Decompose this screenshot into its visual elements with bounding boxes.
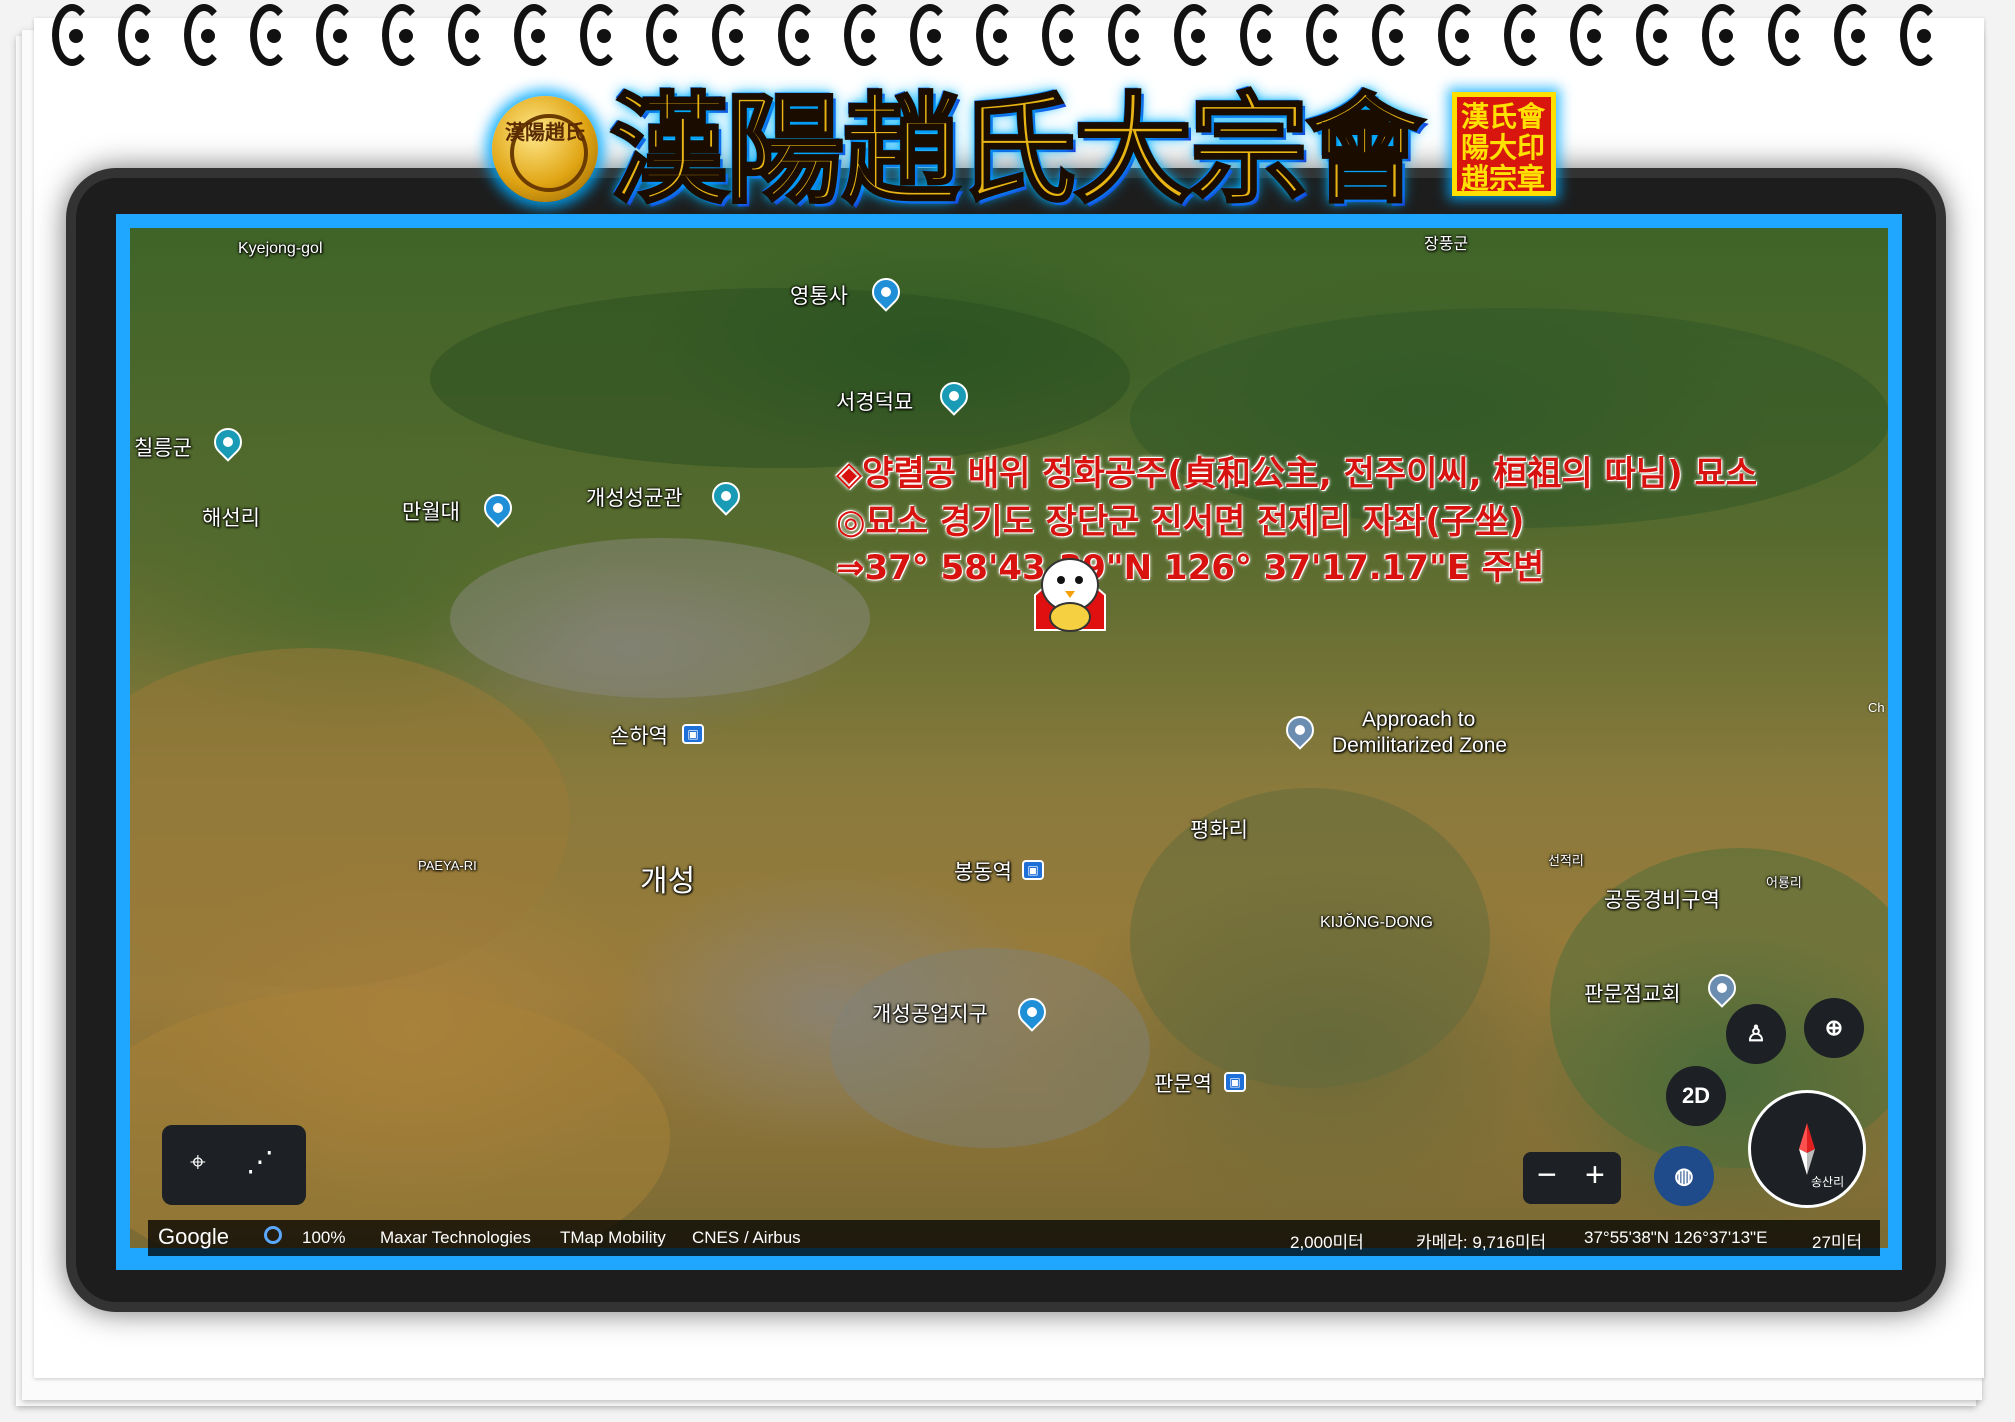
place-manwoldae[interactable]: 만월대 (402, 496, 460, 526)
place-bongdong-station[interactable]: 봉동역 (954, 856, 1012, 886)
place-jsa[interactable]: 공동경비구역 (1604, 884, 1720, 914)
place-kyejong-gol[interactable]: Kyejong-gol (238, 240, 323, 258)
place-gaeseong[interactable]: 개성 (640, 856, 695, 900)
compass-needle-icon (1799, 1123, 1815, 1175)
zoom-control: − + (1523, 1152, 1621, 1204)
tablet-frame (76, 178, 1936, 1302)
zoom-out-button[interactable]: − (1537, 1156, 1557, 1195)
satellite-map[interactable] (130, 228, 1888, 1248)
camera-altitude: 카메라: 9,716미터 (1416, 1233, 1547, 1252)
map-footer: Google 100% Maxar Technologies TMap Mobi… (148, 1220, 1880, 1256)
place-eoryongri[interactable]: 어룡리 (1766, 872, 1802, 891)
grave-coordinates: ⇒37° 58'43.39"N 126° 37'17.17"E 주변 (836, 548, 1545, 588)
place-panmunjeom-church[interactable]: 판문점교회 (1584, 978, 1681, 1008)
globe-icon: ◍ (1674, 1163, 1694, 1188)
place-haeseonri[interactable]: 해선리 (202, 502, 260, 532)
measure-toolbar: ⌖ ⋰ (162, 1125, 306, 1205)
place-chilleung[interactable]: 칠릉군 (134, 432, 192, 462)
my-location-button[interactable]: ⊕ (1804, 998, 1864, 1058)
toggle-2d-button[interactable]: 2D (1666, 1066, 1726, 1126)
measure-path-icon[interactable]: ⋰ (246, 1145, 274, 1178)
grave-title: ◈양렬공 배위 정화공주(貞和公主, 전주이씨, 桓祖의 따님) 묘소 (836, 454, 1758, 494)
grave-location: ◎묘소 경기도 장단군 진서면 전제리 자좌(子坐) (836, 502, 1525, 542)
place-dmz-approach-line1[interactable]: Approach to (1362, 708, 1475, 732)
place-sonha-station[interactable]: 손하역 (610, 720, 668, 750)
zoom-in-button[interactable]: + (1585, 1156, 1605, 1195)
pegman-icon: ♙ (1746, 1021, 1766, 1046)
place-jangpung[interactable]: 장풍군 (1424, 230, 1468, 254)
place-seonggyungwan[interactable]: 개성성균관 (586, 482, 683, 512)
zoom-percent: 100% (302, 1228, 346, 1247)
place-cut-off: Ch (1868, 700, 1885, 715)
compass-button[interactable]: 송산리 (1748, 1090, 1866, 1208)
place-kijong-dong[interactable]: KIJŎNG-DONG (1320, 914, 1433, 932)
clan-title: 漢陽趙氏大宗會 (608, 79, 1425, 221)
credit-maxar[interactable]: Maxar Technologies (380, 1228, 531, 1248)
place-dmz-approach-line2[interactable]: Demilitarized Zone (1332, 734, 1507, 758)
credit-cnes[interactable]: CNES / Airbus (692, 1228, 801, 1248)
title-banner: 漢陽趙氏 漢陽趙氏大宗會 漢氏會陽大印趙宗章 (492, 78, 1562, 221)
place-panmun-station[interactable]: 판문역 (1154, 1068, 1212, 1098)
credit-tmap[interactable]: TMap Mobility (560, 1228, 666, 1248)
cursor-coordinates: 37°55'38"N 126°37'13"E (1584, 1228, 1768, 1247)
place-seogyeong-tomb[interactable]: 서경덕묘 (836, 386, 913, 416)
clan-seal-logo (492, 96, 598, 202)
google-logo: Google (158, 1224, 229, 1249)
street-view-button[interactable]: ♙ (1726, 1004, 1786, 1064)
clan-seal-text: 漢陽趙氏 (505, 120, 585, 144)
compass-place-label: 송산리 (1811, 1175, 1845, 1189)
location-pin-icon[interactable]: ⌖ (190, 1145, 206, 1179)
place-paeya-ri[interactable]: PAEYA-RI (418, 858, 477, 873)
train-station-icon[interactable]: ▣ (1224, 1072, 1246, 1092)
place-pyeonghwari[interactable]: 평화리 (1190, 814, 1248, 844)
spiral-binding (52, 0, 1952, 70)
loading-ring-icon (264, 1226, 282, 1244)
place-seonjeokri[interactable]: 선적리 (1548, 850, 1584, 869)
crosshair-icon: ⊕ (1824, 1015, 1844, 1040)
stamp-text: 漢氏會陽大印趙宗章 (1461, 100, 1546, 195)
mascot-marker-icon (1034, 558, 1106, 632)
red-seal-stamp: 漢氏會陽大印趙宗章 (1452, 92, 1556, 196)
train-station-icon[interactable]: ▣ (682, 724, 704, 744)
place-gaeseong-industrial[interactable]: 개성공업지구 (872, 998, 988, 1028)
elevation: 27미터 (1812, 1233, 1863, 1252)
scale-bar[interactable]: 2,000미터 (1290, 1228, 1364, 1253)
train-station-icon[interactable]: ▣ (1022, 860, 1044, 880)
globe-button[interactable]: ◍ (1654, 1146, 1714, 1206)
place-yeongtongsa[interactable]: 영통사 (790, 280, 848, 310)
